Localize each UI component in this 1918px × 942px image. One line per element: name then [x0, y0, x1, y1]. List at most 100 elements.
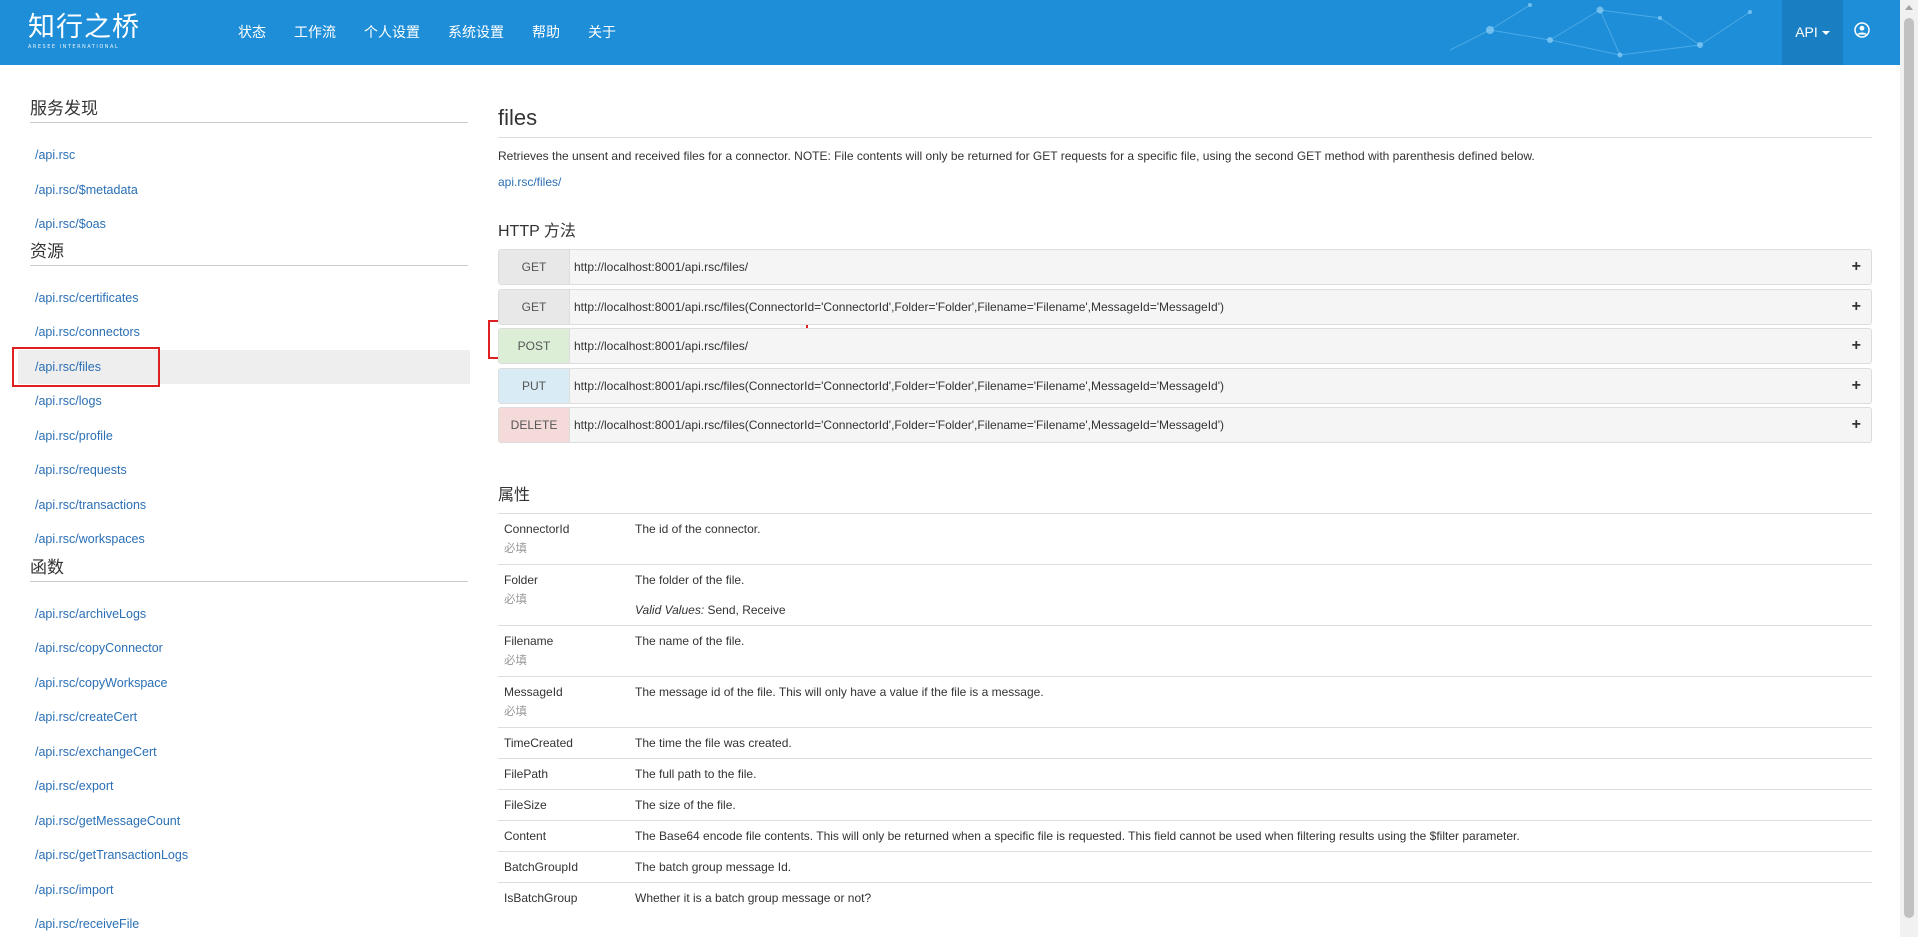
user-icon[interactable]: [1854, 22, 1870, 38]
sidebar-section-discovery: 服务发现: [30, 94, 468, 123]
method-badge: GET: [499, 289, 570, 324]
sidebar-item-getmessagecount[interactable]: /api.rsc/getMessageCount: [0, 804, 468, 839]
table-row: FileSize The size of the file.: [498, 790, 1872, 821]
required-label: 必填: [504, 706, 527, 718]
sidebar-item-copyworkspace[interactable]: /api.rsc/copyWorkspace: [0, 666, 468, 701]
method-url: http://localhost:8001/api.rsc/files(Conn…: [574, 378, 1224, 393]
expand-plus-icon[interactable]: +: [1852, 377, 1871, 395]
brand-subtitle: ARESEE INTERNATIONAL: [28, 44, 120, 50]
prop-name: FileSize: [504, 798, 547, 812]
method-row-get[interactable]: GET http://localhost:8001/api.rsc/files/…: [498, 249, 1872, 285]
prop-name: Filename: [504, 634, 554, 648]
scrollbar-thumb[interactable]: [1904, 18, 1914, 918]
prop-desc: The folder of the file.: [635, 573, 745, 587]
highlight-box-sidebar-files: [12, 347, 160, 387]
prop-desc: The batch group message Id.: [635, 860, 792, 874]
table-row: Filename 必填 The name of the file.: [498, 626, 1872, 677]
expand-plus-icon[interactable]: +: [1852, 337, 1871, 355]
prop-name: ConnectorId: [504, 522, 570, 536]
prop-desc: The name of the file.: [635, 634, 745, 648]
method-badge: PUT: [499, 368, 570, 403]
valid-values: Send, Receive: [707, 603, 786, 617]
sidebar-item-createcert[interactable]: /api.rsc/createCert: [0, 700, 468, 735]
properties-section-title: 属性: [498, 487, 531, 504]
sidebar-item-connectors[interactable]: /api.rsc/connectors: [0, 315, 468, 350]
prop-desc: The size of the file.: [635, 798, 736, 812]
nav-item-status[interactable]: 状态: [224, 0, 280, 65]
page-scrollbar[interactable]: [1900, 0, 1918, 937]
prop-name: FilePath: [504, 767, 549, 781]
sidebar-item-receivefile[interactable]: /api.rsc/receiveFile: [0, 907, 468, 942]
table-row: BatchGroupId The batch group message Id.: [498, 852, 1872, 883]
prop-desc: The time the file was created.: [635, 736, 792, 750]
nav-item-help[interactable]: 帮助: [518, 0, 574, 65]
sidebar-item-transactions[interactable]: /api.rsc/transactions: [0, 488, 468, 523]
sidebar-item-metadata[interactable]: /api.rsc/$metadata: [0, 173, 468, 208]
required-label: 必填: [504, 655, 527, 667]
prop-name: MessageId: [504, 685, 563, 699]
table-row: Folder 必填 The folder of the file. Valid V…: [498, 565, 1872, 626]
valid-values-label: Valid Values:: [635, 603, 705, 617]
method-row-put[interactable]: PUT http://localhost:8001/api.rsc/files(…: [498, 367, 1872, 404]
sidebar-item-archivelogs[interactable]: /api.rsc/archiveLogs: [0, 597, 468, 632]
table-row: ConnectorId 必填 The id of the connector.: [498, 514, 1872, 565]
page-title: files: [498, 105, 1872, 138]
main-content: files Retrieves the unsent and received …: [498, 65, 1872, 913]
sidebar-item-workspaces[interactable]: /api.rsc/workspaces: [0, 522, 468, 557]
table-row: IsBatchGroup Whether it is a batch group…: [498, 883, 1872, 913]
prop-desc: The id of the connector.: [635, 522, 761, 536]
table-row: MessageId 必填 The message id of the file. …: [498, 677, 1872, 728]
nav-item-profile[interactable]: 个人设置: [350, 0, 434, 65]
nav-item-settings[interactable]: 系统设置: [434, 0, 518, 65]
sidebar-item-profile[interactable]: /api.rsc/profile: [0, 419, 468, 454]
properties-table: ConnectorId 必填 The id of the connector. F…: [498, 513, 1872, 913]
sidebar-section-functions: 函数: [30, 553, 468, 582]
prop-name: Content: [504, 829, 547, 843]
method-row-delete[interactable]: DELETE http://localhost:8001/api.rsc/fil…: [498, 407, 1872, 443]
required-label: 必填: [504, 543, 527, 555]
sidebar-item-certificates[interactable]: /api.rsc/certificates: [0, 281, 468, 316]
method-url: http://localhost:8001/api.rsc/files/: [574, 260, 749, 274]
table-row: Content The Base64 encode file contents.…: [498, 821, 1872, 852]
prop-name: TimeCreated: [504, 736, 573, 750]
sidebar: 服务发现 /api.rsc /api.rsc/$metadata /api.rs…: [0, 65, 470, 942]
expand-plus-icon[interactable]: +: [1852, 258, 1871, 276]
prop-desc: Whether it is a batch group message or n…: [635, 891, 872, 905]
prop-name: BatchGroupId: [504, 860, 579, 874]
resource-description: Retrieves the unsent and received files …: [498, 149, 1535, 163]
prop-desc: The full path to the file.: [635, 767, 757, 781]
method-badge: DELETE: [499, 408, 570, 442]
top-navbar: 知行之桥 ARESEE INTERNATIONAL 状态 工作流 个人设置 系统…: [0, 0, 1900, 65]
method-row-post[interactable]: POST http://localhost:8001/api.rsc/files…: [498, 328, 1872, 364]
expand-plus-icon[interactable]: +: [1852, 298, 1871, 316]
method-badge: GET: [499, 250, 570, 284]
api-dropdown-label: API: [1795, 24, 1818, 40]
table-row: FilePath The full path to the file.: [498, 759, 1872, 790]
sidebar-item-copyconnector[interactable]: /api.rsc/copyConnector: [0, 631, 468, 666]
prop-name: IsBatchGroup: [504, 891, 578, 905]
nav-item-workflow[interactable]: 工作流: [280, 0, 350, 65]
expand-plus-icon[interactable]: +: [1852, 416, 1871, 434]
sidebar-item-gettransactionlogs[interactable]: /api.rsc/getTransactionLogs: [0, 838, 468, 873]
sidebar-item-export[interactable]: /api.rsc/export: [0, 769, 468, 804]
api-dropdown[interactable]: API: [1782, 0, 1843, 65]
scroll-up-icon[interactable]: [1905, 5, 1913, 10]
table-row: TimeCreated The time the file was create…: [498, 728, 1872, 759]
sidebar-item-api[interactable]: /api.rsc: [0, 138, 468, 173]
methods-section-title: HTTP 方法: [498, 223, 576, 240]
sidebar-item-logs[interactable]: /api.rsc/logs: [0, 384, 468, 419]
network-decoration-icon: [1450, 3, 1752, 58]
brand-logo[interactable]: 知行之桥 ARESEE INTERNATIONAL: [28, 14, 140, 51]
sidebar-item-exchangecert[interactable]: /api.rsc/exchangeCert: [0, 735, 468, 770]
caret-down-icon: [1821, 31, 1830, 36]
required-label: 必填: [504, 594, 527, 606]
method-badge: POST: [499, 329, 570, 363]
prop-desc: The Base64 encode file contents. This wi…: [635, 829, 1520, 843]
resource-link[interactable]: api.rsc/files/: [498, 175, 1872, 189]
sidebar-item-requests[interactable]: /api.rsc/requests: [0, 453, 468, 488]
method-url: http://localhost:8001/api.rsc/files(Conn…: [574, 418, 1224, 432]
sidebar-item-import[interactable]: /api.rsc/import: [0, 873, 468, 908]
prop-name: Folder: [504, 573, 539, 587]
method-row-get-by-key[interactable]: GET http://localhost:8001/api.rsc/files(…: [498, 288, 1872, 325]
nav-item-about[interactable]: 关于: [574, 0, 630, 65]
